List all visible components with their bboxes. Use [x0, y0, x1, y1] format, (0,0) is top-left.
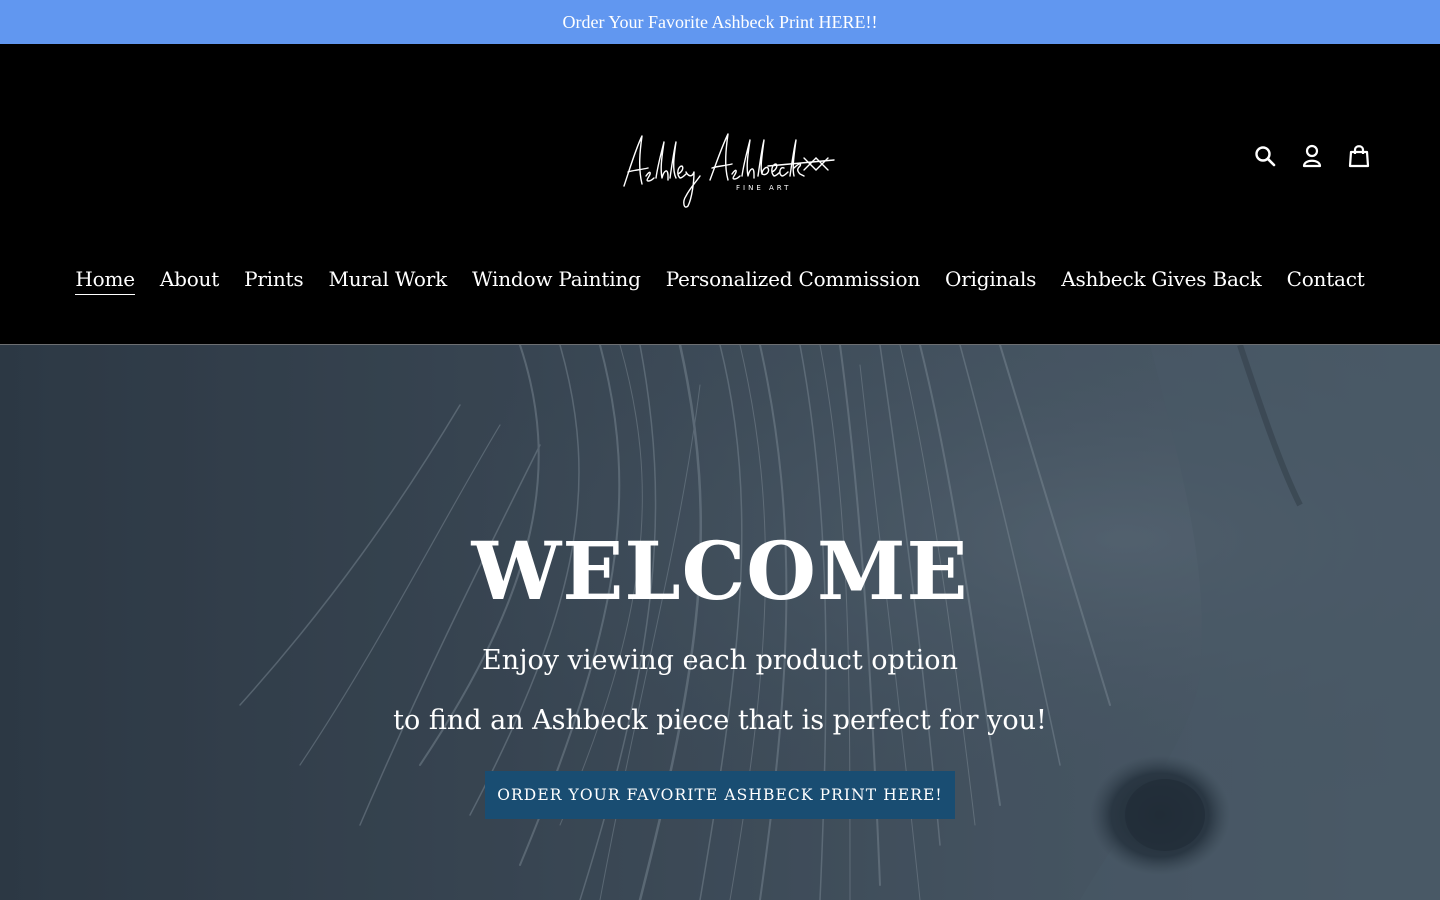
nav-item-personalized-commission[interactable]: Personalized Commission [666, 266, 921, 295]
logo-subtitle: FINE ART [736, 184, 791, 192]
nav-item-window-painting[interactable]: Window Painting [472, 266, 641, 295]
nav-item-contact[interactable]: Contact [1287, 266, 1365, 295]
search-icon[interactable] [1252, 142, 1278, 170]
announcement-bar-link[interactable]: Order Your Favorite Ashbeck Print HERE!! [0, 0, 1440, 44]
main-nav: Home About Prints Mural Work Window Pain… [0, 266, 1440, 295]
nav-item-originals[interactable]: Originals [945, 266, 1036, 295]
nav-item-ashbeck-gives-back[interactable]: Ashbeck Gives Back [1061, 266, 1262, 295]
hero-content: WELCOME Enjoy viewing each product optio… [0, 345, 1440, 900]
logo[interactable]: FINE ART [618, 128, 840, 212]
hero-banner: WELCOME Enjoy viewing each product optio… [0, 345, 1440, 900]
hero-subtitle-line-2: to find an Ashbeck piece that is perfect… [393, 705, 1047, 736]
account-icon[interactable] [1299, 142, 1325, 170]
order-print-button[interactable]: ORDER YOUR FAVORITE ASHBECK PRINT HERE! [485, 771, 955, 819]
nav-item-home[interactable]: Home [75, 266, 135, 295]
header-icons [1252, 142, 1372, 170]
cart-icon[interactable] [1346, 142, 1372, 170]
logo-script: FINE ART [623, 133, 835, 208]
site-header: FINE ART Home About Prints Mural Work Wi… [0, 44, 1440, 344]
nav-item-mural-work[interactable]: Mural Work [328, 266, 447, 295]
nav-item-about[interactable]: About [160, 266, 219, 295]
hero-title: WELCOME [471, 524, 969, 618]
nav-item-prints[interactable]: Prints [244, 266, 304, 295]
hero-subtitle-line-1: Enjoy viewing each product option [482, 645, 958, 676]
